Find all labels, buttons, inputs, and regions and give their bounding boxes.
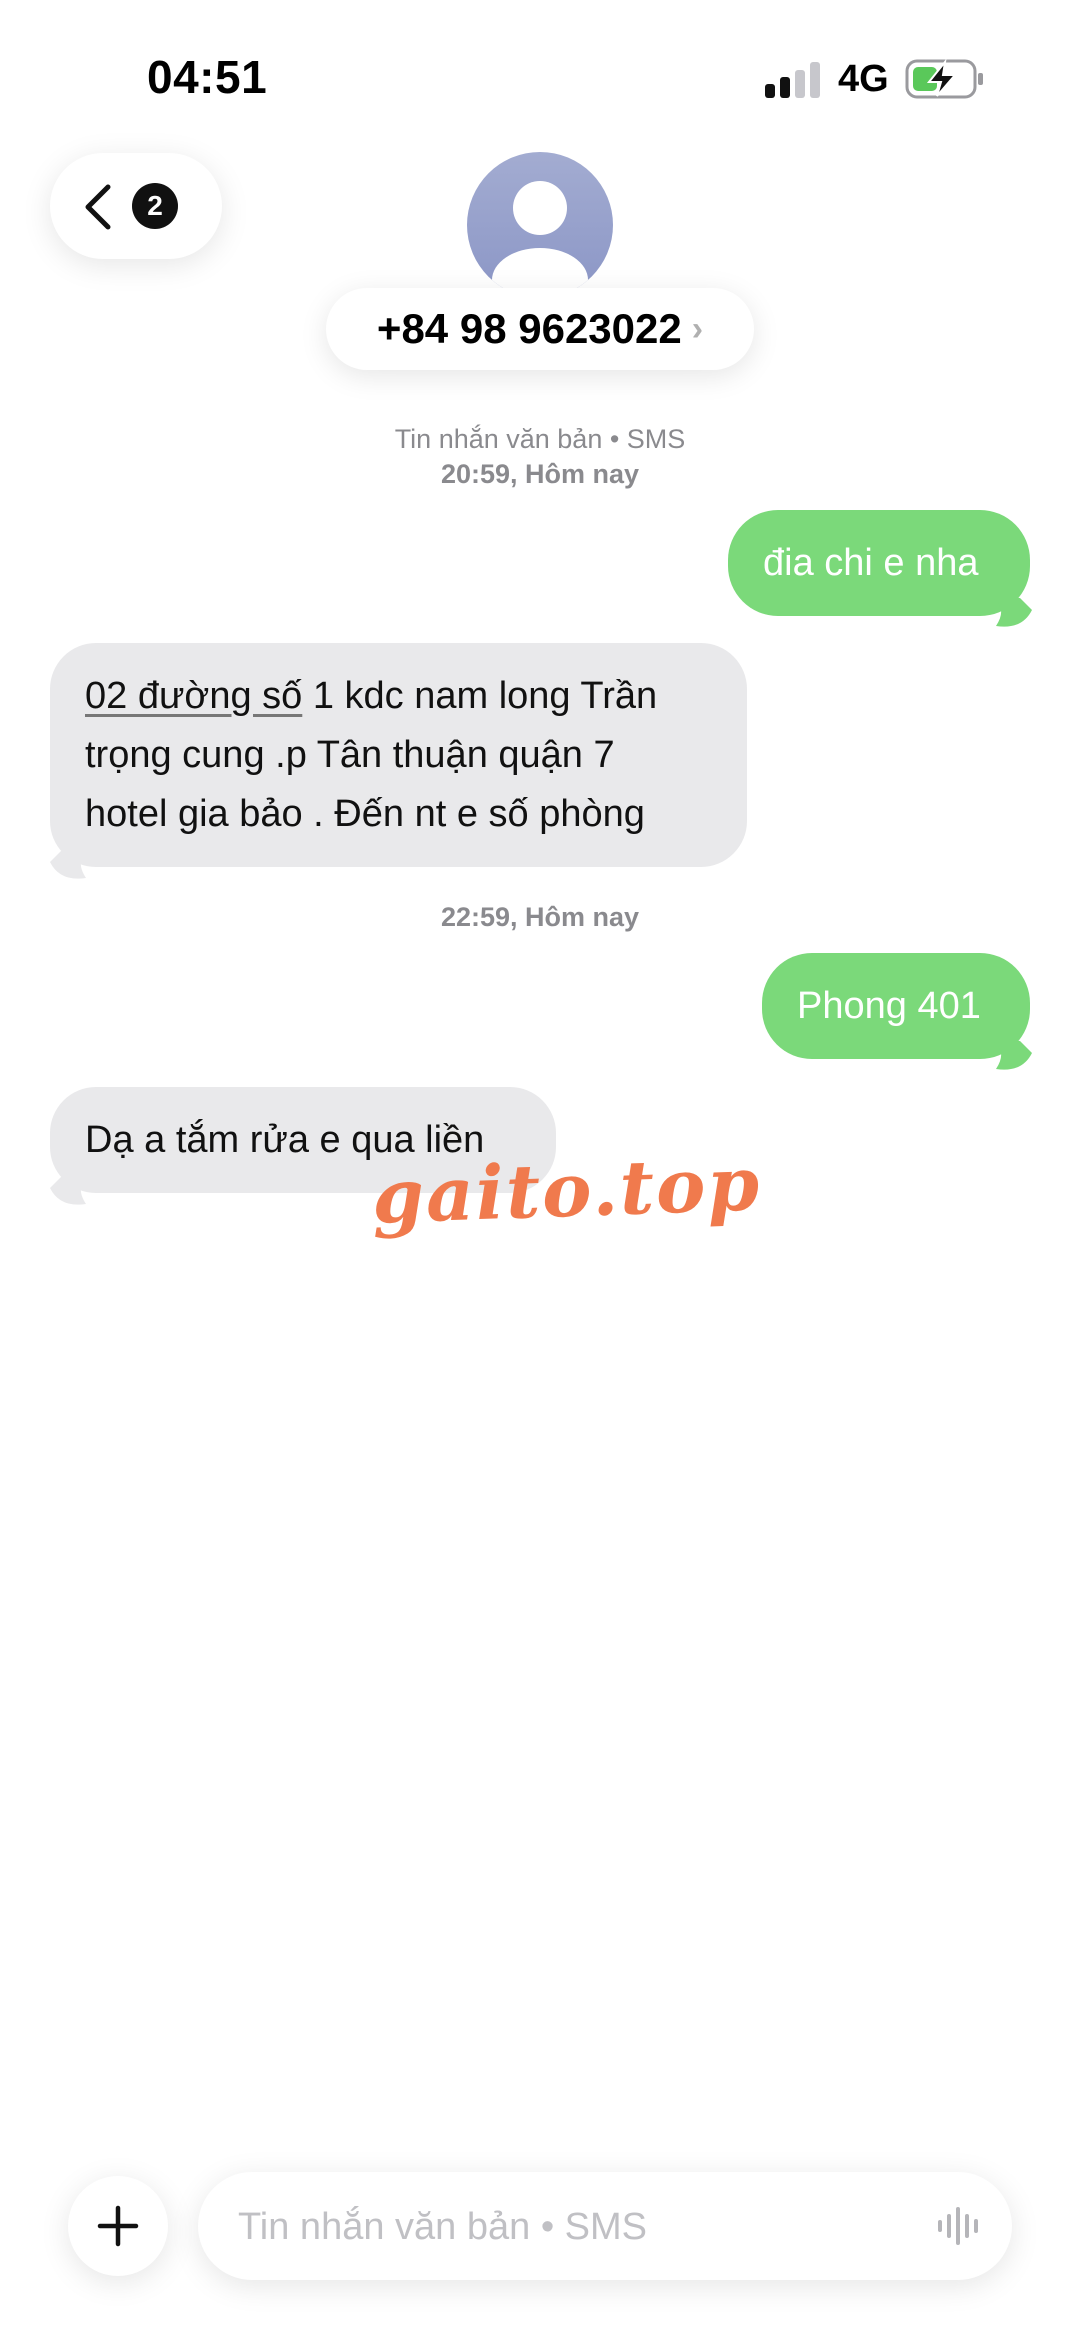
back-button[interactable]: 2: [50, 153, 222, 259]
plus-icon: [97, 2205, 139, 2247]
timestamp-time: 22:59,: [440, 902, 518, 932]
bubble-tail: [992, 598, 1032, 627]
unread-count-badge: 2: [132, 183, 178, 229]
bubble-tail: [992, 1041, 1032, 1070]
message-text: 02 đường số 1 kdc nam long Trần trọng cu…: [85, 675, 657, 835]
incoming-message[interactable]: 02 đường số 1 kdc nam long Trần trọng cu…: [50, 643, 747, 867]
chevron-right-icon: ›: [691, 309, 704, 348]
address-link[interactable]: 02 đường số: [85, 675, 302, 717]
message-timestamp: Tin nhắn văn bản • SMS 20:59, Hôm nay: [0, 422, 1080, 492]
message-input[interactable]: [236, 2192, 880, 2262]
watermark: gaito.top: [370, 1141, 763, 1241]
timestamp-day: Hôm nay: [525, 902, 640, 932]
message-timestamp: 22:59, Hôm nay: [0, 900, 1080, 935]
message-composer[interactable]: [198, 2172, 1012, 2280]
voice-waveform-icon[interactable]: [936, 2206, 984, 2246]
contact-name-button[interactable]: +84 98 9623022 ›: [326, 288, 754, 370]
bubble-tail: [50, 1176, 90, 1205]
person-icon: [492, 181, 588, 298]
bubble-tail: [50, 850, 90, 879]
contact-avatar[interactable]: [467, 152, 613, 298]
battery-charging-icon: [905, 58, 983, 99]
message-channel: Tin nhắn văn bản • SMS: [394, 424, 686, 454]
status-time: 04:51: [147, 51, 268, 103]
message-text: đia chi e nha: [763, 542, 979, 584]
outgoing-message[interactable]: đia chi e nha: [728, 510, 1030, 616]
timestamp-line: 22:59, Hôm nay: [0, 900, 1080, 935]
timestamp-line: 20:59, Hôm nay: [0, 457, 1080, 492]
timestamp-day: Hôm nay: [525, 459, 640, 489]
message-text: Phong 401: [797, 985, 981, 1027]
timestamp-time: 20:59,: [440, 459, 518, 489]
chevron-left-icon: [85, 184, 111, 230]
outgoing-message[interactable]: Phong 401: [762, 953, 1030, 1059]
add-attachment-button[interactable]: [68, 2176, 168, 2276]
cellular-signal-icon: [765, 62, 821, 98]
network-type: 4G: [838, 58, 889, 100]
contact-number: +84 98 9623022: [376, 305, 682, 352]
